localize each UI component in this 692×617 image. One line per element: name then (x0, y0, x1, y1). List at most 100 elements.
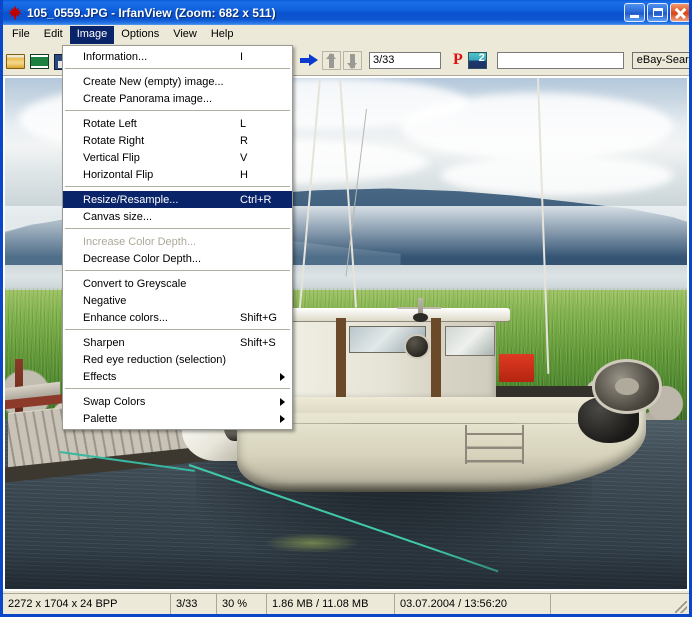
menu-item-label: Sharpen (83, 336, 125, 349)
next-image-arrow-icon[interactable] (298, 50, 320, 71)
mast-ball (412, 313, 428, 322)
title-bar: 105_0559.JPG - IrfanView (Zoom: 682 x 51… (3, 0, 689, 25)
menu-item-label: Palette (83, 412, 118, 425)
menu-item-label: Resize/Resample... (83, 193, 179, 206)
menu-help[interactable]: Help (204, 26, 241, 44)
menu-item-label: Effects (83, 370, 117, 383)
foreground-shadow (5, 548, 687, 589)
status-extra (551, 594, 689, 614)
porthole-icon (403, 333, 430, 359)
menu-options[interactable]: Options (114, 26, 166, 44)
menu-item-label: Decrease Color Depth... (83, 252, 201, 265)
maximize-icon (653, 8, 663, 17)
menu-separator (65, 270, 290, 272)
menu-item-sharpen[interactable]: Sharpen Shift+S (63, 334, 292, 351)
cabin-roof (277, 307, 510, 323)
menu-item-red-eye-reduction[interactable]: Red eye reduction (selection) (63, 351, 292, 368)
menu-separator (65, 68, 290, 70)
menu-item-rotate-right[interactable]: Rotate Right R (63, 132, 292, 149)
menu-item-label: Vertical Flip (83, 151, 140, 164)
open-folder-icon[interactable] (4, 50, 26, 71)
menu-item-create-new-image[interactable]: Create New (empty) image... (63, 73, 292, 90)
status-zoom: 30 % (217, 594, 267, 614)
menu-item-palette[interactable]: Palette (63, 410, 292, 427)
menu-bar: File Edit Image Options View Help (3, 25, 689, 45)
menu-separator (65, 228, 290, 230)
boat-ladder (465, 425, 524, 464)
minimize-button[interactable] (624, 3, 645, 22)
menu-item-information[interactable]: Information... I (63, 48, 292, 65)
menu-item-decrease-color-depth[interactable]: Decrease Color Depth... (63, 250, 292, 267)
menu-item-label: Information... (83, 50, 148, 63)
menu-item-accel: R (240, 134, 248, 147)
minimize-icon (630, 15, 639, 18)
menu-view[interactable]: View (166, 26, 204, 44)
hull-line (257, 422, 599, 424)
status-index: 3/33 (171, 594, 217, 614)
up-arrow-button[interactable] (322, 50, 341, 70)
menu-separator (65, 329, 290, 331)
down-arrow-button[interactable] (343, 50, 362, 70)
menu-item-canvas-size[interactable]: Canvas size... (63, 208, 292, 225)
menu-item-swap-colors[interactable]: Swap Colors (63, 393, 292, 410)
menu-edit[interactable]: Edit (37, 26, 70, 44)
status-datetime: 03.07.2004 / 13:56:20 (395, 594, 551, 614)
resize-grip-icon[interactable] (675, 601, 687, 613)
menu-item-convert-to-greyscale[interactable]: Convert to Greyscale (63, 275, 292, 292)
menu-item-accel: Shift+G (240, 311, 277, 324)
print-icon[interactable]: P (453, 52, 463, 68)
cloud (441, 154, 674, 196)
menu-item-accel: L (240, 117, 247, 130)
menu-item-label: Horizontal Flip (83, 168, 154, 181)
menu-item-accel: H (240, 168, 248, 181)
menu-item-rotate-left[interactable]: Rotate Left L (63, 115, 292, 132)
chevron-right-icon (280, 373, 285, 381)
cabin-post (431, 318, 442, 398)
menu-item-label: Red eye reduction (selection) (83, 353, 227, 366)
chevron-right-icon (280, 398, 285, 406)
menu-item-label: Create New (empty) image... (83, 75, 224, 88)
thumbnails-film-icon[interactable] (28, 50, 50, 71)
menu-item-label: Rotate Right (83, 134, 145, 147)
image-menu-dropdown[interactable]: Information... I Create New (empty) imag… (62, 45, 293, 430)
menu-item-label: Rotate Left (83, 117, 137, 130)
irfanview-leaf-icon (7, 5, 23, 21)
window-controls (624, 3, 689, 22)
paint-icon[interactable] (467, 51, 487, 69)
menu-item-resize-resample[interactable]: Resize/Resample... Ctrl+R (63, 191, 292, 208)
chevron-right-icon (280, 415, 285, 423)
menu-item-create-panorama[interactable]: Create Panorama image... (63, 90, 292, 107)
menu-item-label: Increase Color Depth... (83, 235, 197, 248)
menu-item-horizontal-flip[interactable]: Horizontal Flip H (63, 166, 292, 183)
menu-separator (65, 388, 290, 390)
window-title: 105_0559.JPG - IrfanView (Zoom: 682 x 51… (27, 5, 276, 20)
menu-item-effects[interactable]: Effects (63, 368, 292, 385)
maximize-button[interactable] (647, 3, 668, 22)
menu-item-label: Swap Colors (83, 395, 146, 408)
menu-item-label: Enhance colors... (83, 311, 168, 324)
menu-item-label: Canvas size... (83, 210, 153, 223)
menu-separator (65, 110, 290, 112)
life-ring (591, 359, 663, 414)
menu-item-vertical-flip[interactable]: Vertical Flip V (63, 149, 292, 166)
image-counter-field[interactable]: 3/33 (369, 51, 441, 69)
red-fuel-can (499, 353, 534, 383)
status-dimensions: 2272 x 1704 x 24 BPP (3, 594, 171, 614)
status-filesize: 1.86 MB / 11.08 MB (267, 594, 395, 614)
menu-image[interactable]: Image (69, 26, 115, 44)
irfanview-window: 105_0559.JPG - IrfanView (Zoom: 682 x 51… (0, 0, 692, 617)
search-input[interactable] (496, 51, 624, 69)
cabin-post (335, 318, 346, 398)
menu-item-accel: Ctrl+R (240, 193, 272, 206)
menu-item-accel: I (240, 50, 244, 63)
menu-separator (65, 186, 290, 188)
menu-item-negative[interactable]: Negative (63, 292, 292, 309)
close-button[interactable] (670, 3, 689, 22)
menu-file[interactable]: File (5, 26, 37, 44)
status-bar: 2272 x 1704 x 24 BPP 3/33 30 % 1.86 MB /… (3, 593, 689, 614)
ebay-search-button[interactable]: eBay-Search (631, 51, 689, 69)
menu-item-enhance-colors[interactable]: Enhance colors... Shift+G (63, 309, 292, 326)
menu-item-label: Negative (83, 294, 127, 307)
menu-item-increase-color-depth: Increase Color Depth... (63, 233, 292, 250)
menu-item-label: Convert to Greyscale (83, 277, 187, 290)
